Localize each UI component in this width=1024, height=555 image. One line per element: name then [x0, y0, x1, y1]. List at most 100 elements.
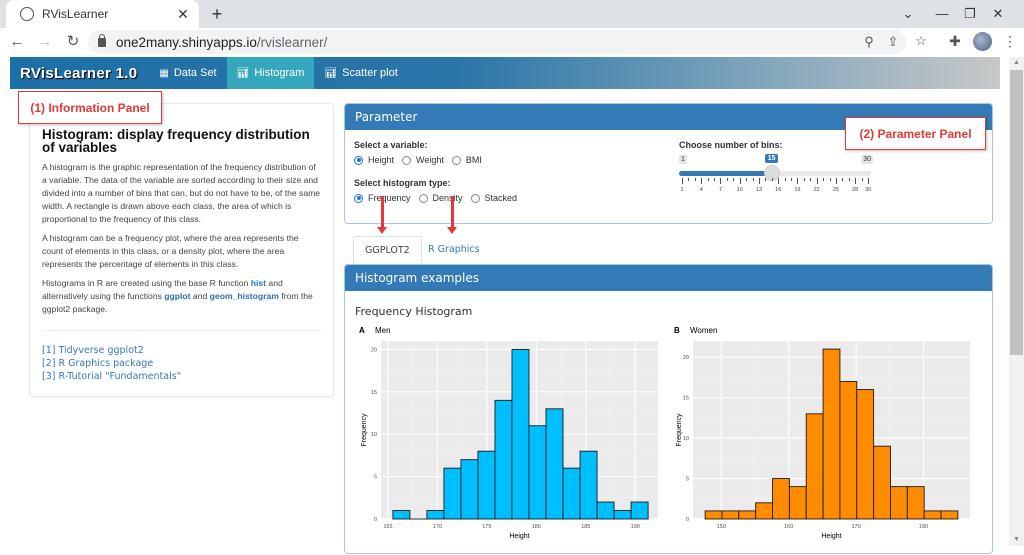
forward-button[interactable]: →	[34, 31, 56, 53]
slider-tick	[701, 178, 702, 184]
slider-tick	[862, 178, 863, 181]
nav-scatter-plot[interactable]: 📊︎ Scatter plot	[314, 57, 407, 89]
y-tick-label: 0	[374, 517, 377, 523]
code-hist: hist	[251, 278, 266, 288]
radio-button[interactable]	[354, 194, 363, 203]
browser-tab[interactable]: RVisLearner ✕	[6, 0, 199, 28]
radio-label: Weight	[416, 155, 444, 165]
radio-density[interactable]: Density	[419, 193, 463, 203]
tab-ggplot2[interactable]: GGPLOT2	[353, 236, 422, 263]
histogram-bar	[529, 426, 546, 519]
radio-label: Frequency	[368, 193, 411, 203]
app-navbar: RVisLearner 1.0 ▦ Data Set 📊︎ Histogram …	[10, 57, 1000, 89]
slider-max-label: 30	[861, 155, 873, 164]
url-host: one2many.shinyapps.io	[116, 35, 257, 50]
slider-min-label: 1	[679, 155, 687, 164]
browser-toolbar: ← → ↻ one2many.shinyapps.io/rvislearner/…	[0, 28, 1024, 56]
histogram-bar	[461, 460, 478, 519]
slider-tick-label: 25	[833, 187, 839, 193]
radio-button[interactable]	[402, 156, 411, 165]
new-tab-button[interactable]: +	[207, 4, 227, 24]
zoom-icon[interactable]: ⚲	[860, 33, 878, 51]
scrollbar-thumb[interactable]	[1010, 70, 1023, 355]
nav-data-set[interactable]: ▦ Data Set	[149, 57, 226, 89]
scroll-up-arrow[interactable]: ▲	[1009, 57, 1024, 69]
slider-tick	[855, 178, 856, 184]
slider-tick	[759, 178, 760, 184]
slider-tick	[810, 178, 811, 181]
slider-tick-label: 28	[852, 187, 858, 193]
information-panel: Histogram: display frequency distributio…	[29, 103, 334, 397]
nav-histogram[interactable]: 📊︎ Histogram	[227, 57, 315, 89]
bins-slider[interactable]: 1 15 30 1471013161922252830	[679, 152, 873, 204]
histogram-bar	[924, 511, 941, 519]
histogram-bar	[907, 487, 924, 519]
browser-tabstrip: RVisLearner ✕ + ⌄ — ❐ ✕	[0, 0, 1024, 28]
slider-tick	[733, 178, 734, 181]
histogram-bar	[444, 468, 461, 519]
histogram-bar	[773, 479, 790, 519]
histogram-bar	[722, 511, 739, 519]
ref-link-r-tutorial[interactable]: [3] R-Tutorial "Fundamentals"	[42, 370, 321, 383]
ref-link-r-graphics[interactable]: [2] R Graphics package	[42, 357, 321, 370]
radio-button[interactable]	[471, 194, 480, 203]
slider-tick	[842, 178, 843, 181]
histogram-bar	[631, 502, 648, 519]
radio-stacked[interactable]: Stacked	[471, 193, 518, 203]
slider-tick	[714, 178, 715, 181]
histogram-bar	[941, 511, 958, 519]
slider-tick-label: 30	[865, 187, 871, 193]
ref-link-ggplot2[interactable]: [1] Tidyverse ggplot2	[42, 344, 321, 357]
radio-button[interactable]	[419, 194, 428, 203]
tab-search-icon[interactable]: ⌄	[896, 4, 920, 24]
x-tick-label: 180	[919, 524, 928, 530]
close-window-button[interactable]: ✕	[986, 4, 1010, 24]
histogram-type-label: Select histogram type:	[354, 178, 451, 188]
x-tick-label: 185	[581, 524, 590, 530]
text: and	[191, 291, 210, 301]
scroll-down-arrow[interactable]: ▼	[1009, 534, 1024, 546]
chart-title: Women	[690, 326, 717, 335]
slider-tick	[740, 178, 741, 184]
profile-avatar[interactable]	[973, 32, 992, 51]
radio-button[interactable]	[452, 156, 461, 165]
reload-button[interactable]: ↻	[62, 31, 84, 53]
slider-tick	[797, 178, 798, 184]
menu-kebab-icon[interactable]: ⋮	[1000, 31, 1020, 51]
minimize-button[interactable]: —	[930, 4, 954, 24]
page-scrollbar[interactable]: ▲ ▼	[1009, 57, 1024, 546]
arrow-down-icon	[381, 196, 384, 228]
slider-tick	[688, 178, 689, 181]
variable-radio-group: Height Weight BMI	[354, 155, 490, 165]
back-button[interactable]: ←	[6, 31, 28, 53]
x-tick-label: 150	[717, 524, 726, 530]
radio-button[interactable]	[354, 156, 363, 165]
radio-bmi[interactable]: BMI	[452, 155, 482, 165]
radio-weight[interactable]: Weight	[402, 155, 444, 165]
slider-tick	[836, 178, 837, 184]
slider-tick-label: 10	[737, 187, 743, 193]
text: Histograms in R are created using the ba…	[42, 278, 251, 288]
address-bar[interactable]: one2many.shinyapps.io/rvislearner/ ⚲ ⇪ ☆	[88, 30, 906, 54]
extensions-icon[interactable]: ✚	[945, 31, 965, 51]
restore-button[interactable]: ❐	[958, 4, 982, 24]
histogram-bar	[580, 451, 597, 519]
y-axis-label: Frequency	[361, 413, 368, 447]
app-brand[interactable]: RVisLearner 1.0	[10, 57, 149, 89]
histogram-bar	[857, 390, 874, 519]
histogram-bar	[705, 511, 722, 519]
share-icon[interactable]: ⇪	[884, 33, 902, 51]
bookmark-star-icon[interactable]: ☆	[912, 32, 930, 50]
slider-tick	[772, 178, 773, 181]
radio-height[interactable]: Height	[354, 155, 394, 165]
chart-title: Men	[375, 326, 391, 335]
close-tab-icon[interactable]: ✕	[175, 6, 191, 22]
histogram-bar	[823, 349, 840, 519]
x-tick-label: 180	[532, 524, 541, 530]
histogram-bar	[890, 487, 907, 519]
slider-tick	[765, 178, 766, 181]
slider-tick	[682, 178, 683, 184]
radio-label: Height	[368, 155, 394, 165]
slider-tick-label: 19	[794, 187, 800, 193]
tab-r-graphics[interactable]: R Graphics	[417, 236, 491, 263]
